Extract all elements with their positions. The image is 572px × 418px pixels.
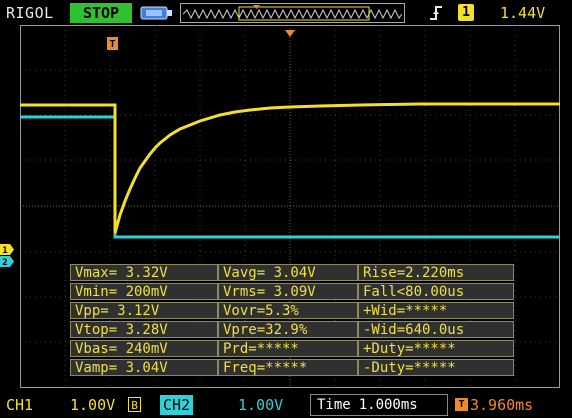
trigger-marker-label: T <box>109 39 115 50</box>
measurement-vovr: Vovr=5.3% <box>218 302 358 319</box>
measurement-vamp: Vamp= 3.04V <box>70 359 218 376</box>
measurement-vtop: Vtop= 3.28V <box>70 321 218 338</box>
trigger-source-badge[interactable]: 1 <box>458 4 474 21</box>
measurement-fall: Fall<80.00us <box>358 283 514 300</box>
trigger-offset-readout[interactable]: 3.960ms <box>470 396 533 414</box>
memory-waveform-icon <box>182 5 403 21</box>
svg-text:1: 1 <box>2 246 7 255</box>
ch1-volts-per-div[interactable]: 1.00V <box>70 396 115 414</box>
top-status-bar: RIGOL STOP 1 1.44V <box>0 0 572 26</box>
timebase-label: Time <box>317 397 351 413</box>
rising-edge-icon <box>430 6 442 20</box>
run-status-badge[interactable]: STOP <box>70 3 132 23</box>
measurement-vbase: Vbas= 240mV <box>70 340 218 357</box>
ch1-label[interactable]: CH1 <box>6 396 33 414</box>
measurement-rise: Rise=2.220ms <box>358 264 514 281</box>
measurement-vavg: Vavg= 3.04V <box>218 264 358 281</box>
measurement-vmin: Vmin= 200mV <box>70 283 218 300</box>
trigger-center-marker <box>285 30 295 37</box>
measurement-freq: Freq=***** <box>218 359 358 376</box>
measurement-vmax: Vmax= 3.32V <box>70 264 218 281</box>
trigger-offset-icon: T <box>455 398 468 411</box>
timebase-readout[interactable]: Time 1.000ms <box>310 394 448 416</box>
measurement-pos-duty: +Duty=***** <box>358 340 514 357</box>
ch2-volts-per-div[interactable]: 1.00V <box>238 396 283 414</box>
timebase-value: 1.000ms <box>358 397 418 413</box>
usb-icon <box>140 6 172 20</box>
svg-text:2: 2 <box>2 258 7 267</box>
measurement-vrms: Vrms= 3.09V <box>218 283 358 300</box>
bandwidth-limit-icon: B <box>128 397 141 412</box>
measurement-neg-width: -Wid=640.0us <box>358 321 514 338</box>
memory-depth-indicator <box>180 3 405 23</box>
ch2-trace <box>20 115 560 239</box>
ch1-trace <box>20 102 560 234</box>
measurement-pos-width: +Wid=***** <box>358 302 514 319</box>
trigger-level-readout: 1.44V <box>500 4 546 22</box>
measurement-vpre: Vpre=32.9% <box>218 321 358 338</box>
measurement-vpp: Vpp= 3.12V <box>70 302 218 319</box>
ch2-label[interactable]: CH2 <box>160 395 194 415</box>
measurement-neg-duty: -Duty=***** <box>358 359 514 376</box>
trigger-time-marker: T <box>107 37 118 50</box>
ch1-marker[interactable]: 1 <box>0 244 14 255</box>
brand-logo: RIGOL <box>6 4 54 22</box>
ch2-marker[interactable]: 2 <box>0 256 14 267</box>
measurement-period: Prd=***** <box>218 340 358 357</box>
measurement-panel: Vmax= 3.32V Vavg= 3.04V Rise=2.220ms Vmi… <box>70 264 514 380</box>
bottom-status-bar: CH1 1.00V B CH2 1.00V Time 1.000ms T 3.96… <box>0 392 572 418</box>
